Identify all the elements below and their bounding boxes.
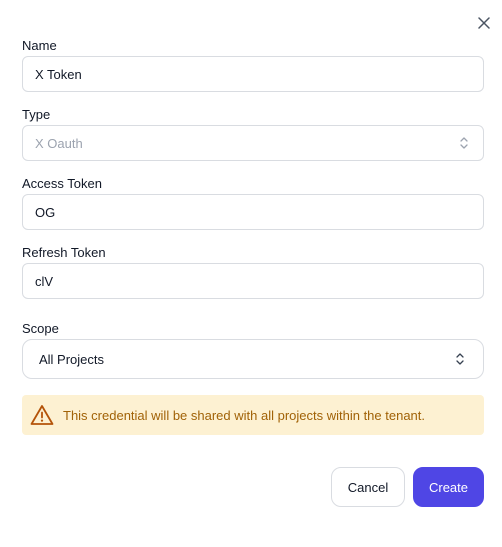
chevron-up-down-icon [456, 353, 464, 365]
create-credential-dialog: Name Type X Oauth Access Token Refresh T… [0, 0, 502, 547]
refresh-token-input[interactable] [35, 273, 483, 289]
warning-icon [30, 405, 54, 425]
create-button[interactable]: Create [413, 467, 484, 507]
refresh-token-field[interactable] [22, 263, 484, 299]
name-input[interactable] [35, 66, 483, 82]
type-select-value: X Oauth [35, 135, 83, 151]
chevron-up-down-icon [460, 137, 468, 149]
name-label: Name [22, 38, 57, 53]
scope-select-value: All Projects [39, 351, 105, 367]
type-select[interactable]: X Oauth [22, 125, 484, 161]
access-token-input[interactable] [35, 204, 483, 220]
close-button[interactable] [473, 12, 495, 34]
type-label: Type [22, 107, 51, 122]
scope-label: Scope [22, 321, 59, 336]
access-token-label: Access Token [22, 176, 102, 191]
cancel-button[interactable]: Cancel [331, 467, 405, 507]
scope-select[interactable]: All Projects [22, 339, 484, 379]
refresh-token-label: Refresh Token [22, 245, 106, 260]
access-token-field[interactable] [22, 194, 484, 230]
name-field[interactable] [22, 56, 484, 92]
warning-text: This credential will be shared with all … [63, 407, 426, 423]
close-icon [478, 17, 490, 29]
warning-banner: This credential will be shared with all … [22, 395, 484, 435]
